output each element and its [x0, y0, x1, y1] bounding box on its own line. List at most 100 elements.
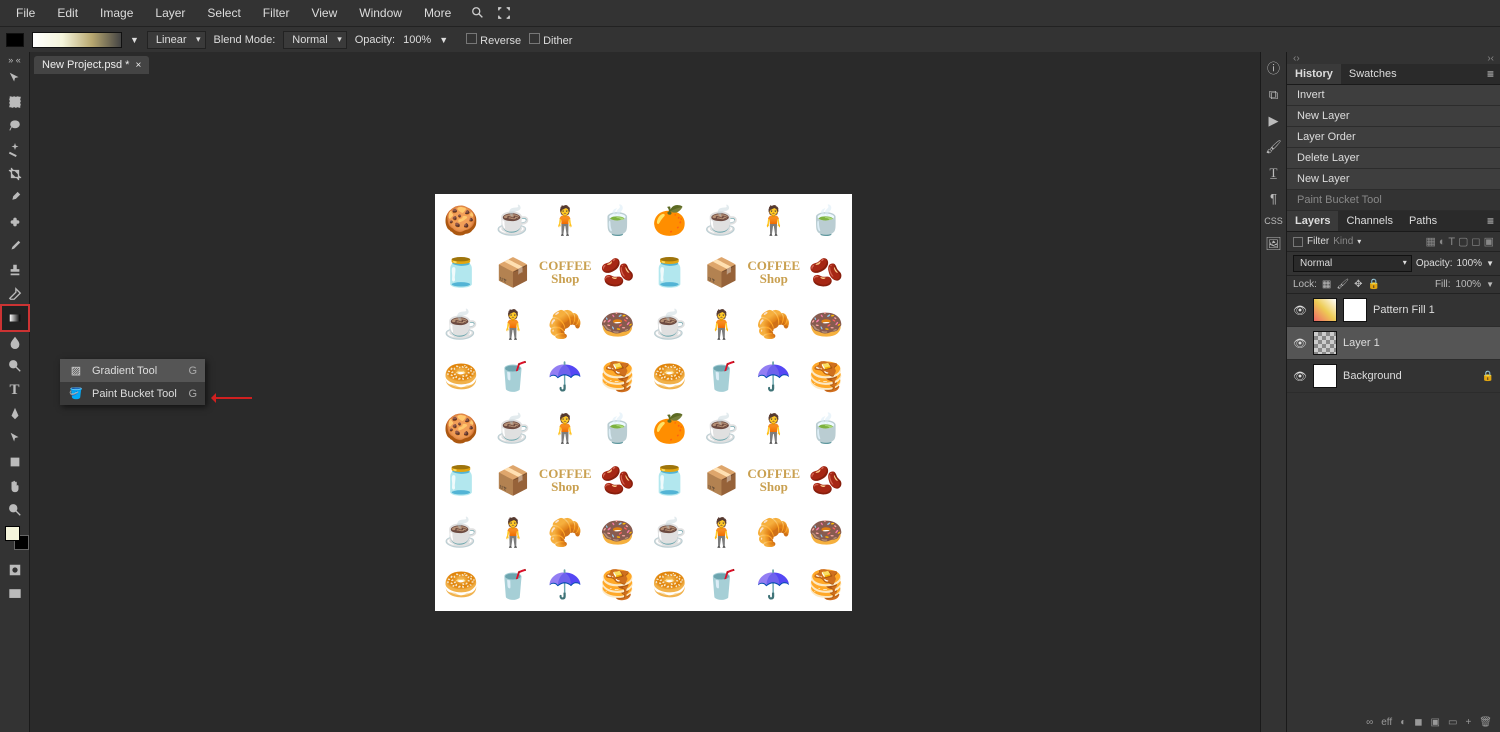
filter-label: Filter: [1307, 236, 1329, 247]
footer-adjust-icon[interactable]: ◐: [1400, 717, 1406, 728]
type-panel-icon[interactable]: T̲: [1270, 165, 1278, 181]
history-item[interactable]: Layer Order: [1287, 127, 1500, 148]
zoom-tool-icon[interactable]: [2, 498, 28, 522]
menu-image[interactable]: Image: [90, 2, 143, 24]
flyout-paint-bucket-tool[interactable]: 🪣 Paint Bucket Tool G: [60, 382, 205, 405]
eraser-tool-icon[interactable]: [2, 282, 28, 306]
visibility-icon[interactable]: 👁: [1293, 304, 1307, 317]
footer-new-icon[interactable]: ▭: [1448, 717, 1457, 728]
lock-brush-icon[interactable]: 🖌: [1336, 279, 1349, 290]
layer-opacity-value[interactable]: 100%: [1457, 258, 1483, 269]
quickmask-icon[interactable]: [2, 558, 28, 582]
footer-link-icon[interactable]: ∞: [1366, 717, 1373, 728]
play-icon[interactable]: ▶: [1269, 113, 1279, 129]
gradient-preview[interactable]: [32, 32, 122, 48]
bucket-icon: 🪣: [68, 387, 84, 400]
history-item[interactable]: Delete Layer: [1287, 148, 1500, 169]
panel-collapse-top[interactable]: ‹››‹: [1287, 52, 1500, 64]
history-item-current[interactable]: Paint Bucket Tool: [1287, 190, 1500, 211]
dither-checkbox[interactable]: Dither: [529, 33, 572, 47]
stamp-tool-icon[interactable]: [2, 258, 28, 282]
flyout-gradient-tool[interactable]: ▨ Gradient Tool G: [60, 359, 205, 382]
paragraph-icon[interactable]: ¶: [1270, 191, 1277, 206]
info-icon[interactable]: ⓘ: [1267, 58, 1280, 77]
visibility-icon[interactable]: 👁: [1293, 370, 1307, 383]
gradient-preview-dropdown[interactable]: ▼: [130, 35, 139, 45]
menu-more[interactable]: More: [414, 2, 461, 24]
layer-row[interactable]: 👁 Layer 1: [1287, 327, 1500, 360]
color-swatches[interactable]: [5, 526, 25, 546]
menu-window[interactable]: Window: [349, 2, 412, 24]
nav-expand-icon[interactable]: ⧉: [1269, 87, 1278, 103]
lock-move-icon[interactable]: ✥: [1354, 279, 1362, 290]
document-tab-title: New Project.psd *: [42, 59, 129, 71]
document-tab[interactable]: New Project.psd * ×: [34, 56, 149, 74]
layer-row[interactable]: 👁 Pattern Fill 1: [1287, 294, 1500, 327]
history-tab[interactable]: History: [1287, 64, 1341, 84]
crop-tool-icon[interactable]: [2, 162, 28, 186]
lock-all-icon[interactable]: 🔒: [1367, 279, 1379, 290]
search-icon[interactable]: [469, 4, 487, 22]
history-item[interactable]: New Layer: [1287, 169, 1500, 190]
layer-row[interactable]: 👁 Background 🔒: [1287, 360, 1500, 393]
footer-mask-icon[interactable]: ◼: [1414, 717, 1422, 728]
swatches-tab[interactable]: Swatches: [1341, 64, 1405, 84]
flyout-item-label: Gradient Tool: [92, 365, 157, 377]
gradient-type-select[interactable]: Linear: [147, 31, 206, 49]
menu-edit[interactable]: Edit: [47, 2, 88, 24]
filter-kind[interactable]: Kind: [1333, 236, 1353, 247]
layers-tab[interactable]: Layers: [1287, 211, 1338, 231]
collapse-icon[interactable]: » «: [2, 54, 28, 66]
filter-checkbox[interactable]: [1293, 237, 1303, 247]
menu-view[interactable]: View: [301, 2, 347, 24]
footer-fx-icon[interactable]: eff: [1381, 717, 1392, 728]
brush-tool-icon[interactable]: [2, 234, 28, 258]
dodge-tool-icon[interactable]: [2, 354, 28, 378]
panel-menu-icon[interactable]: ≡: [1481, 67, 1500, 81]
filter-type-icons[interactable]: ▦ ◐ T ▢ ◻ ▣: [1425, 235, 1494, 248]
close-icon[interactable]: ×: [135, 60, 141, 71]
type-tool-icon[interactable]: T: [2, 378, 28, 402]
path-select-tool-icon[interactable]: [2, 426, 28, 450]
wand-tool-icon[interactable]: [2, 138, 28, 162]
right-panels: ‹››‹ History Swatches ≡ Invert New Layer…: [1286, 52, 1500, 732]
footer-group-icon[interactable]: ▣: [1431, 717, 1440, 728]
marquee-tool-icon[interactable]: [2, 90, 28, 114]
history-item[interactable]: New Layer: [1287, 106, 1500, 127]
menu-file[interactable]: File: [6, 2, 45, 24]
tool-preset-icon[interactable]: [6, 33, 24, 47]
canvas-area[interactable]: 🍪☕🧍🍵🍊☕🧍🍵🫙📦COFFEE Shop🫘🫙📦COFFEE Shop🫘☕🧍🥐🍩…: [30, 74, 1260, 732]
opacity-value[interactable]: 100%: [403, 34, 431, 46]
move-tool-icon[interactable]: [2, 66, 28, 90]
blur-tool-icon[interactable]: [2, 330, 28, 354]
lasso-tool-icon[interactable]: [2, 114, 28, 138]
brush-panel-icon[interactable]: 🖌: [1265, 139, 1282, 155]
menu-layer[interactable]: Layer: [145, 2, 195, 24]
hand-tool-icon[interactable]: [2, 474, 28, 498]
shape-tool-icon[interactable]: [2, 450, 28, 474]
opacity-dropdown-icon[interactable]: ▼: [439, 35, 448, 45]
css-icon[interactable]: CSS: [1264, 216, 1283, 226]
image-panel-icon[interactable]: 🖼: [1265, 236, 1282, 252]
menu-select[interactable]: Select: [197, 2, 250, 24]
panel-menu-icon[interactable]: ≡: [1481, 214, 1500, 228]
reverse-checkbox[interactable]: Reverse: [466, 33, 521, 47]
gradient-icon: ▨: [68, 364, 84, 377]
menu-filter[interactable]: Filter: [253, 2, 300, 24]
lock-transparent-icon[interactable]: ▦: [1322, 279, 1331, 290]
eyedropper-tool-icon[interactable]: [2, 186, 28, 210]
pen-tool-icon[interactable]: [2, 402, 28, 426]
fullscreen-icon[interactable]: [495, 4, 513, 22]
layer-blend-select[interactable]: Normal: [1293, 255, 1412, 272]
paths-tab[interactable]: Paths: [1401, 211, 1445, 231]
heal-tool-icon[interactable]: [2, 210, 28, 234]
footer-add-icon[interactable]: +: [1465, 717, 1471, 728]
gradient-tool-icon[interactable]: [2, 306, 28, 330]
blend-mode-select[interactable]: Normal: [283, 31, 346, 49]
fill-value[interactable]: 100%: [1456, 279, 1482, 290]
history-item[interactable]: Invert: [1287, 85, 1500, 106]
footer-trash-icon[interactable]: 🗑: [1479, 717, 1492, 728]
screenmode-icon[interactable]: [2, 582, 28, 606]
visibility-icon[interactable]: 👁: [1293, 337, 1307, 350]
channels-tab[interactable]: Channels: [1338, 211, 1400, 231]
